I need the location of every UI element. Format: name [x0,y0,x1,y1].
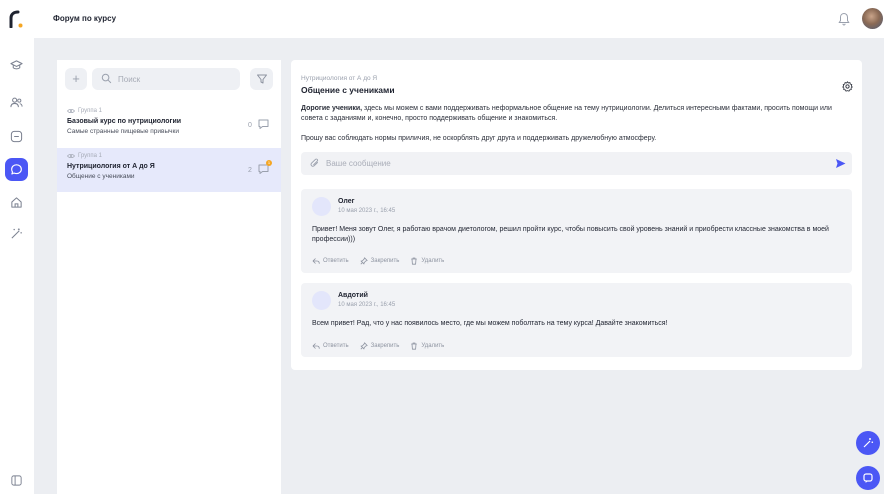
author-avatar [312,291,331,310]
delete-button[interactable]: Удалить [410,257,444,265]
topic-title: Общение с учениками [301,85,395,95]
message-author: Олег [338,198,355,205]
rail-item-users[interactable] [8,94,24,110]
top-bar: Форум по курсу [0,0,884,38]
rail-item-collapse[interactable] [8,472,24,488]
rail-item-tools[interactable] [8,225,24,241]
message-author: Авдотий [338,292,368,299]
chat-bubble-icon [863,473,873,483]
gear-icon[interactable] [842,81,853,92]
notification-bell-icon[interactable] [838,12,850,26]
author-avatar [312,197,331,216]
test-icon [10,130,22,142]
filter-icon [256,74,267,84]
support-chat-button[interactable] [856,466,880,490]
reply-button[interactable]: Ответить [312,342,349,350]
chat-subtitle: Самые странные пищевые привычки [67,128,180,135]
trash-icon [411,342,418,350]
message-actions: Ответить Закрепить Удалить [312,257,444,265]
send-icon[interactable] [835,158,846,169]
rail-item-tests[interactable] [8,128,24,144]
rail-item-forum[interactable] [5,158,28,181]
app-logo[interactable] [9,10,23,28]
breadcrumb[interactable]: Нутрициология от А до Я [301,75,377,82]
magic-assistant-button[interactable] [856,431,880,455]
user-avatar[interactable] [862,8,883,29]
sidebar-toggle-icon [10,474,22,486]
reply-icon [312,258,320,264]
message-date: 10 мая 2023 г., 16:45 [338,302,396,308]
reply-button[interactable]: Ответить [312,257,349,265]
search-icon [101,73,112,84]
unread-badge: 1 [266,160,272,166]
delete-label: Удалить [421,258,445,264]
pin-icon [360,342,368,350]
message-actions: Ответить Закрепить Удалить [312,342,444,350]
search-box [92,68,240,90]
chat-subtitle: Общение с учениками [67,173,135,180]
rail-item-courses[interactable] [8,57,24,73]
delete-label: Удалить [421,343,445,349]
chat-list-panel: + Группа 1 Базовый курс по нутрициологии… [57,60,281,494]
paperclip-icon[interactable] [310,158,320,168]
chat-message-count: 2 [248,167,252,174]
chat-group-label: Группа 1 [67,153,102,159]
chat-title: Нутрициология от А до Я [67,163,155,170]
pin-icon [360,257,368,265]
reply-icon [312,343,320,349]
chat-group-label: Группа 1 [67,108,102,114]
page-title: Форум по курсу [53,14,117,23]
filter-button[interactable] [250,68,273,90]
topic-description: Дорогие ученики, здесь мы можем с вами п… [301,104,846,124]
topic-description-greeting: Дорогие ученики, [301,105,363,112]
message-text: Всем привет! Рад, что у нас появилось ме… [312,320,668,327]
chat-list-item[interactable]: Группа 1 Базовый курс по нутрициологии С… [57,103,281,147]
eye-icon [67,154,75,158]
message-composer [301,152,852,175]
reply-label: Ответить [323,258,349,264]
chat-message-count: 0 [248,122,252,129]
list-toolbar: + [65,68,273,90]
chat-group-text: Группа 1 [78,153,103,159]
chat-group-text: Группа 1 [78,108,103,114]
message-text: Привет! Меня зовут Олег, я работаю врачо… [312,226,829,243]
message-input[interactable] [326,156,806,171]
chat-messages-icon [258,119,269,129]
rail-item-home[interactable] [8,194,24,210]
add-chat-button[interactable]: + [65,68,87,90]
chat-bubble-icon [11,164,22,175]
pin-label: Закрепить [370,343,400,349]
plus-icon: + [72,71,80,86]
trash-icon [411,257,418,265]
eye-icon [67,109,75,113]
pin-label: Закрепить [370,258,400,264]
graduation-cap-icon [9,59,23,69]
topic-description-text: здесь мы можем с вами поддерживать нефор… [301,105,832,122]
topic-panel: Нутрициология от А до Я Общение с ученик… [291,60,862,370]
topic-rules: Прошу вас соблюдать нормы приличия, не о… [301,135,657,142]
chat-title: Базовый курс по нутрициологии [67,118,182,125]
chat-list-item-active[interactable]: Группа 1 Нутрициология от А до Я Общение… [57,148,281,192]
magic-wand-icon [863,438,874,448]
magic-wand-icon [10,227,22,239]
message-card: Авдотий 10 мая 2023 г., 16:45 Всем приве… [301,283,852,357]
search-input[interactable] [118,71,234,87]
pin-button[interactable]: Закрепить [360,342,400,350]
reply-label: Ответить [323,343,349,349]
delete-button[interactable]: Удалить [410,342,444,350]
message-card: Олег 10 мая 2023 г., 16:45 Привет! Меня … [301,189,852,273]
pin-button[interactable]: Закрепить [360,257,400,265]
home-icon [10,196,22,208]
users-icon [9,97,23,107]
sidebar-rail [0,38,34,494]
message-date: 10 мая 2023 г., 16:45 [338,208,396,214]
